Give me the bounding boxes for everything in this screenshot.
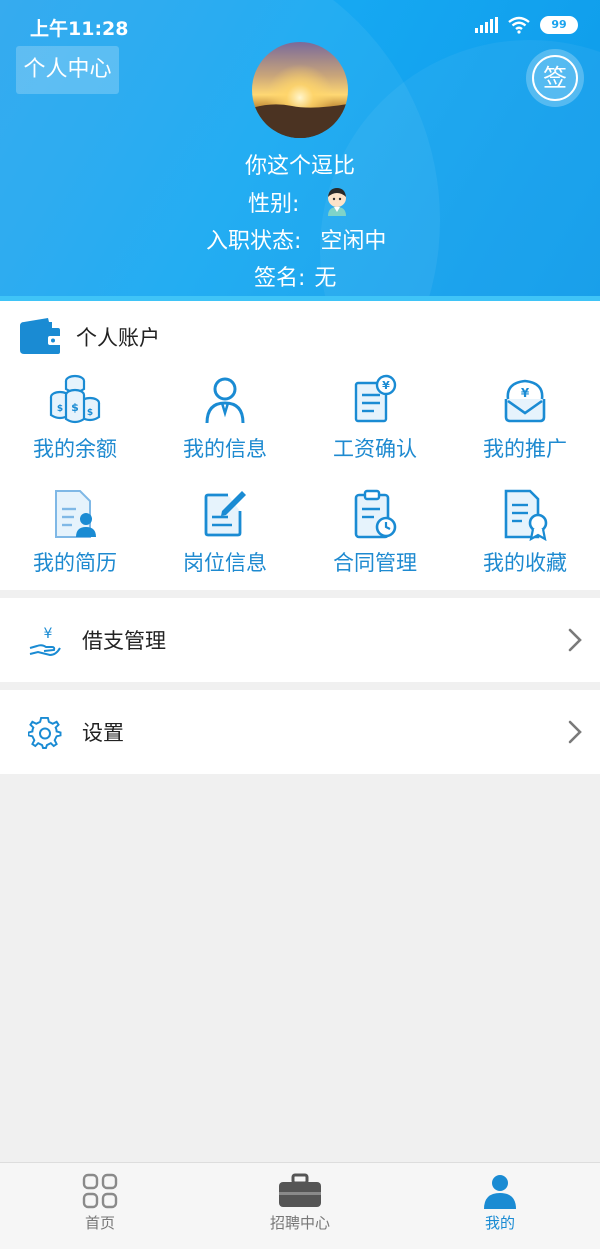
account-item-my-info[interactable]: 我的信息	[150, 373, 300, 463]
account-item-label: 我的信息	[183, 437, 267, 461]
status-bar: 上午11:28 99	[0, 0, 600, 42]
coins-icon: $ $ $	[49, 374, 101, 424]
svg-text:¥: ¥	[44, 626, 53, 642]
nav-recruitment[interactable]: 招聘中心	[200, 1163, 400, 1249]
nav-recruitment-label: 招聘中心	[269, 1214, 330, 1232]
page-title: 个人中心	[16, 46, 119, 94]
male-avatar-icon	[328, 188, 346, 216]
user-icon	[205, 377, 245, 424]
employment-label: 入职状态:	[206, 229, 302, 254]
svg-text:$: $	[57, 404, 63, 414]
gender-label: 性别:	[248, 192, 300, 217]
employment-value: 空闲中	[320, 229, 387, 254]
settings-label: 设置	[82, 721, 124, 745]
sign-label: 签	[532, 55, 578, 101]
nav-mine[interactable]: 我的	[400, 1163, 600, 1249]
account-item-position-info[interactable]: 岗位信息	[150, 487, 300, 577]
avatar[interactable]	[252, 42, 348, 138]
account-item-contract[interactable]: 合同管理	[300, 487, 450, 577]
account-item-promotion[interactable]: ¥ 我的推广	[450, 373, 600, 463]
svg-text:¥: ¥	[382, 379, 390, 392]
nav-home[interactable]: 首页	[0, 1163, 200, 1249]
signature-label: 签名:	[254, 266, 306, 291]
chevron-right-icon	[568, 628, 582, 652]
wallet-icon	[20, 318, 62, 354]
account-item-label: 我的推广	[483, 437, 567, 461]
person-icon	[484, 1175, 516, 1209]
employment-row: 入职状态: 空闲中	[206, 223, 386, 255]
account-item-label: 我的简历	[33, 551, 117, 575]
account-item-label: 工资确认	[333, 437, 417, 461]
chevron-right-icon	[568, 720, 582, 744]
status-time: 上午11:28	[30, 18, 129, 40]
loan-management-row[interactable]: ¥ 借支管理	[0, 598, 600, 682]
account-item-salary-confirm[interactable]: ¥ 工资确认	[300, 373, 450, 463]
briefcase-icon	[279, 1173, 321, 1207]
grid-icon	[82, 1173, 118, 1209]
account-item-label: 岗位信息	[183, 551, 267, 575]
loan-management-label: 借支管理	[82, 629, 166, 653]
account-item-label: 我的余额	[33, 437, 117, 461]
bottom-navigation: 首页 招聘中心 我的	[0, 1162, 600, 1249]
signature-value: 无	[314, 266, 337, 291]
account-item-balance[interactable]: $ $ $ 我的余额	[0, 373, 150, 463]
signal-icon	[475, 17, 498, 33]
user-name: 你这个逗比	[244, 154, 355, 179]
promotion-icon: ¥	[504, 379, 546, 423]
svg-text:$: $	[87, 408, 93, 418]
svg-text:$: $	[71, 401, 79, 414]
personal-account-section: 个人账户 $ $ $ 我的余额 我的信息 ¥ 工资确认 ¥ 我的推广 我的简历 …	[0, 301, 600, 590]
signature-row: 签名: 无	[254, 260, 336, 292]
salary-doc-icon: ¥	[354, 374, 397, 423]
status-icons: 99	[475, 16, 578, 34]
contract-clock-icon	[354, 489, 397, 539]
gear-icon	[28, 716, 62, 749]
nav-mine-label: 我的	[484, 1214, 515, 1232]
wifi-icon	[508, 16, 530, 34]
sunrise-avatar-image	[252, 42, 348, 138]
settings-row[interactable]: 设置	[0, 690, 600, 774]
resume-icon	[55, 490, 96, 538]
nav-home-label: 首页	[84, 1214, 115, 1232]
certificate-icon	[504, 489, 548, 541]
gender-row: 性别:	[248, 186, 299, 218]
account-header: 个人账户	[18, 317, 160, 357]
account-item-favorites[interactable]: 我的收藏	[450, 487, 600, 577]
battery-icon: 99	[540, 16, 578, 34]
edit-doc-icon	[204, 491, 246, 537]
account-title: 个人账户	[76, 326, 160, 350]
account-item-label: 合同管理	[333, 551, 417, 575]
sign-in-button[interactable]: 签	[526, 49, 584, 107]
svg-text:¥: ¥	[521, 386, 530, 400]
account-item-label: 我的收藏	[483, 551, 567, 575]
loan-hand-icon: ¥	[29, 626, 61, 657]
account-item-resume[interactable]: 我的简历	[0, 487, 150, 577]
